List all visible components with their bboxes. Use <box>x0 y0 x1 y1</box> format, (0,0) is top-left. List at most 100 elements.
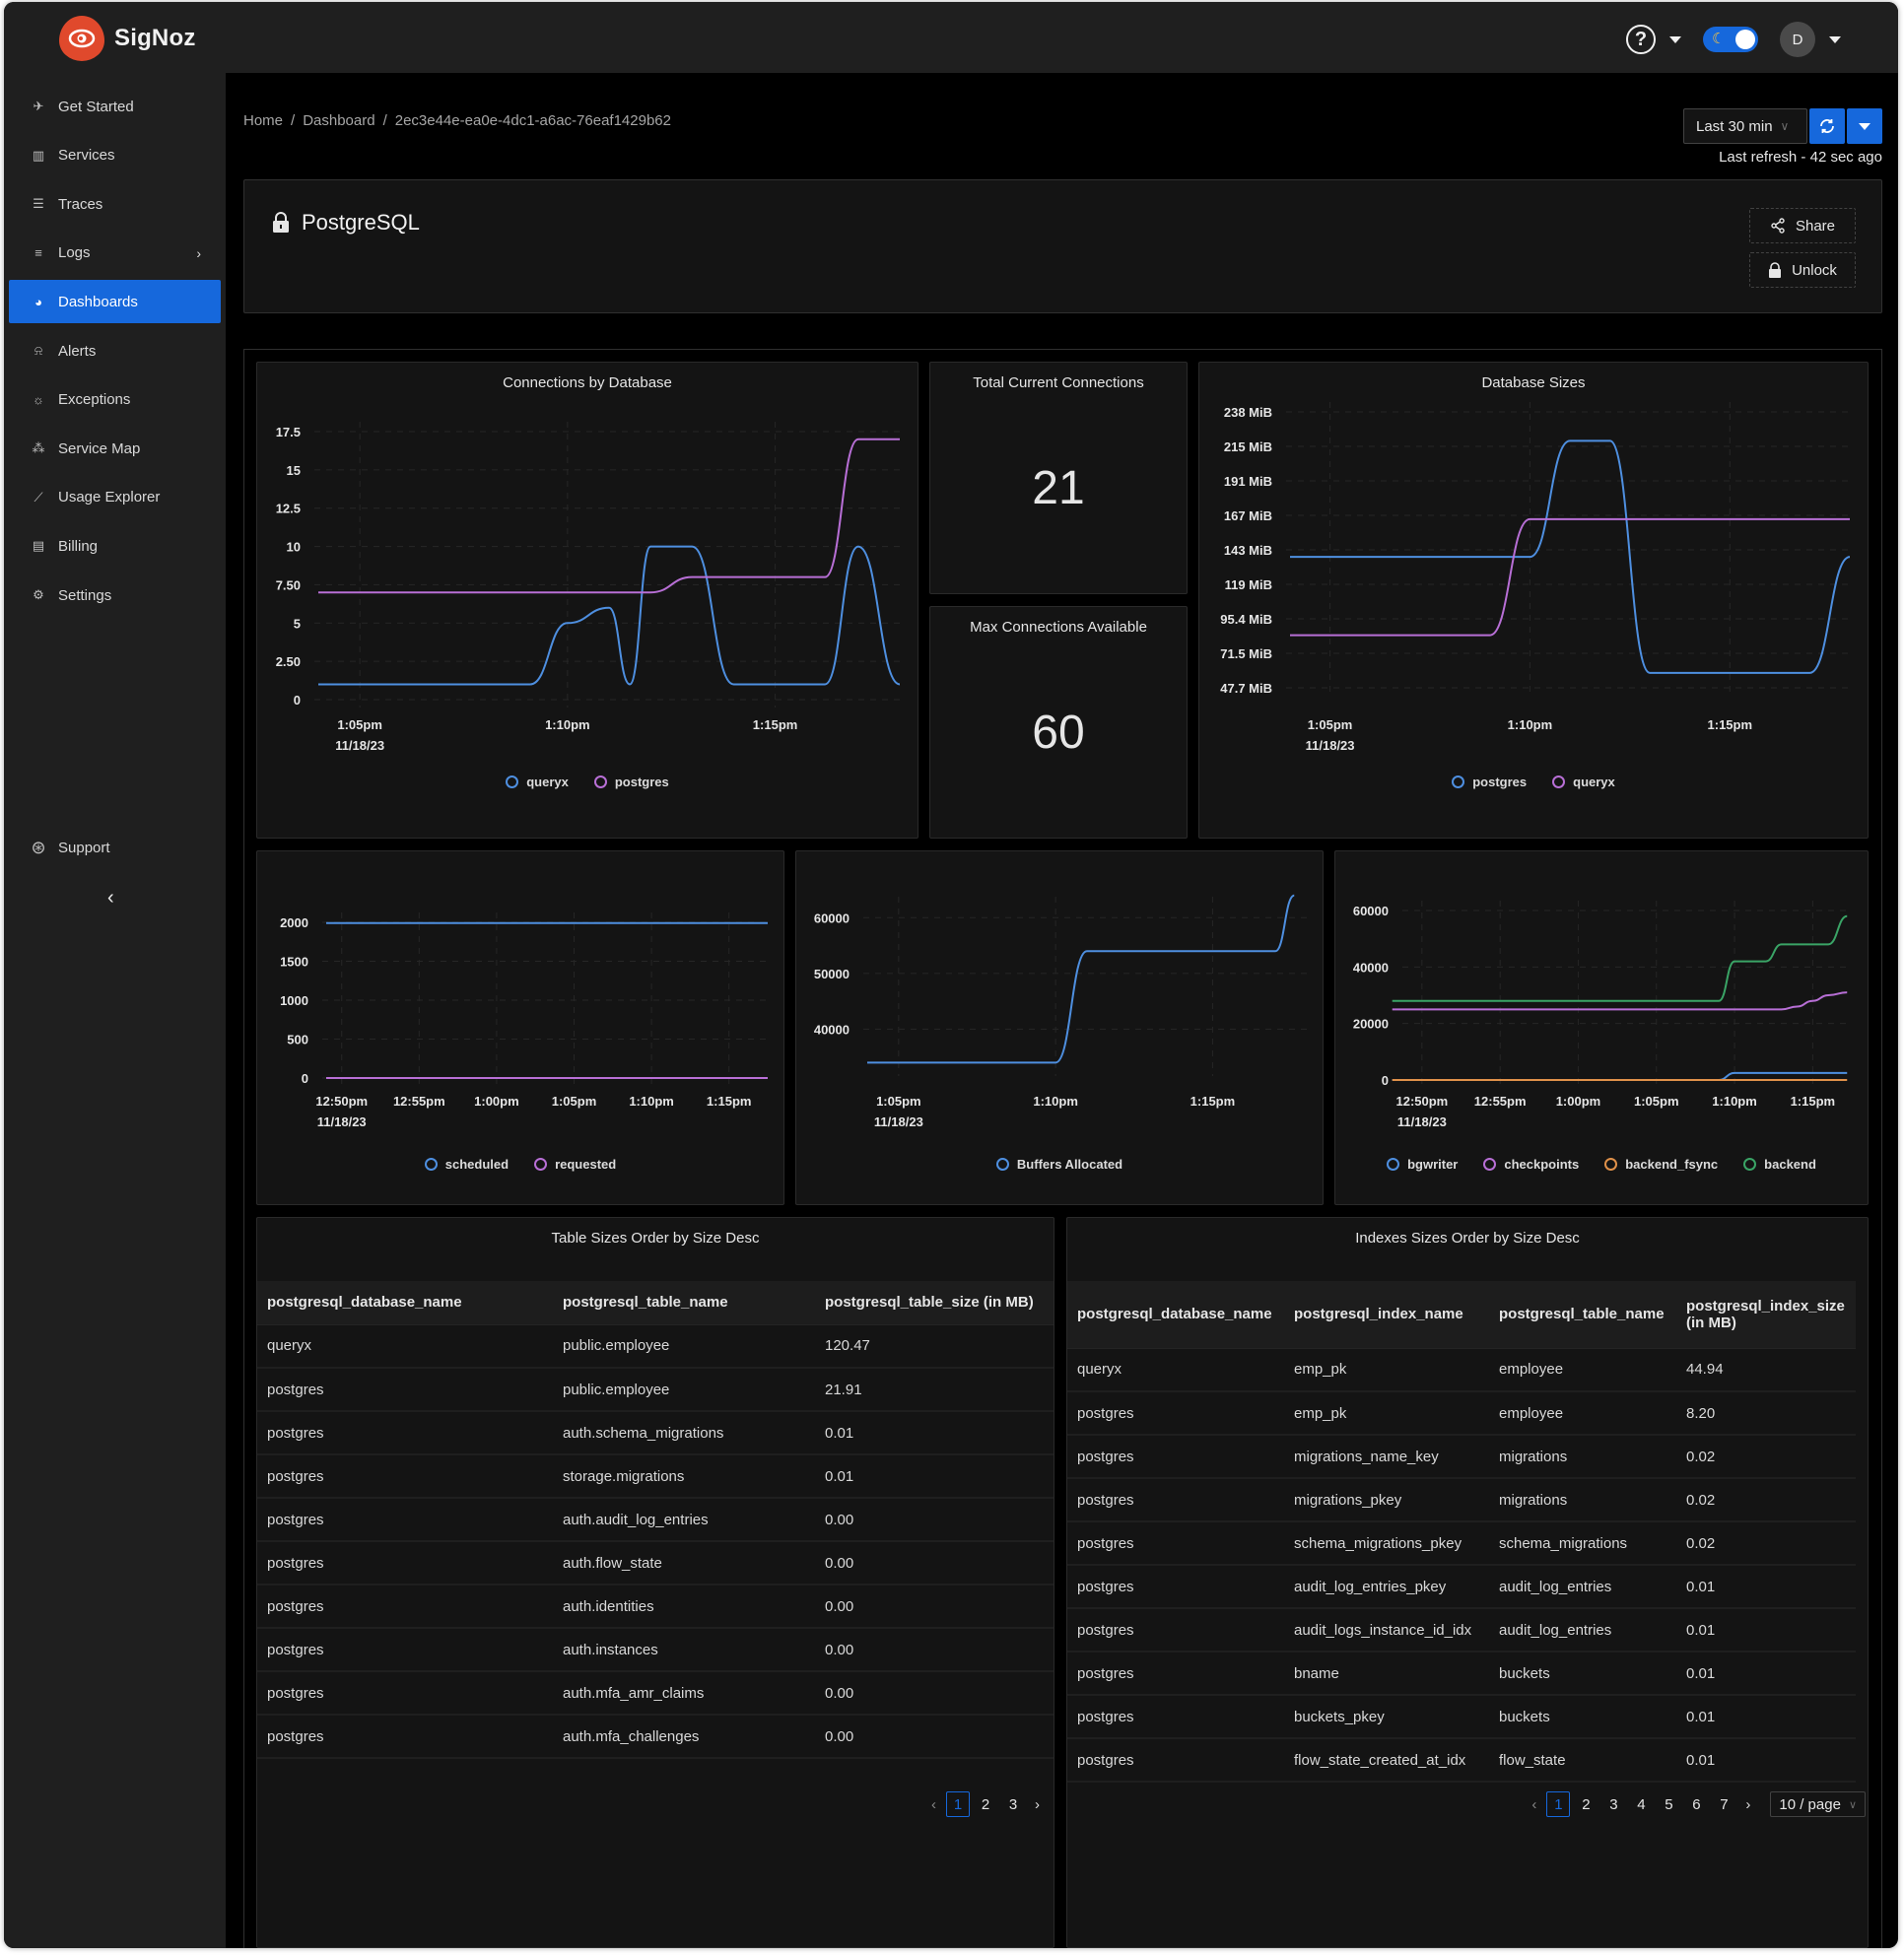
panel-buffers-written[interactable]: 0 20000 40000 60000 12:50pm 11/18/23 12:55pm 1:… <box>1334 850 1869 1205</box>
table-cell: buckets_pkey <box>1284 1695 1489 1739</box>
table-cell: 0.01 <box>1676 1695 1856 1739</box>
column-header[interactable]: postgresql_database_name <box>257 1281 553 1325</box>
x-tick-label: 1:05pm <box>876 1094 921 1109</box>
next-page-icon[interactable]: › <box>1029 1796 1046 1813</box>
legend-item[interactable]: checkpoints <box>1483 1157 1579 1172</box>
panel-connections-by-database[interactable]: Connections by Database 0 2.50 5 7.50 10 12.5… <box>256 362 918 839</box>
page-1[interactable]: 1 <box>946 1791 970 1817</box>
table-row: queryx emp_pk employee 44.94 <box>1067 1348 1856 1392</box>
page-3[interactable]: 3 <box>1601 1791 1625 1817</box>
y-tick-label: 71.5 MiB <box>1220 646 1272 661</box>
column-header[interactable]: postgresql_table_size (in MB) <box>815 1281 1054 1325</box>
table-cell: 0.01 <box>1676 1608 1856 1652</box>
legend-item[interactable]: bgwriter <box>1387 1157 1458 1172</box>
logo[interactable]: SigNoz <box>59 16 196 61</box>
table-cell: postgres <box>257 1628 553 1672</box>
table-cell: 0.00 <box>815 1541 1054 1585</box>
x-tick-label: 1:15pm <box>1708 717 1753 732</box>
column-header[interactable]: postgresql_database_name <box>1067 1281 1284 1349</box>
sidebar-item-dashboards[interactable]: ◕ Dashboards <box>9 280 221 324</box>
table-cell: 0.00 <box>815 1498 1054 1542</box>
panel-total-current-connections[interactable]: Total Current Connections 21 <box>929 362 1188 594</box>
legend-item[interactable]: postgres <box>1452 775 1527 789</box>
sidebar-item-logs[interactable]: ≡ Logs › <box>9 232 221 275</box>
sidebar-item-service-map[interactable]: ⁂ Service Map <box>9 427 221 470</box>
avatar[interactable]: D <box>1780 22 1815 57</box>
series-line-postgres[interactable] <box>1289 439 1851 674</box>
breadcrumb-separator: / <box>291 112 296 129</box>
table-cell: postgres <box>1067 1652 1284 1696</box>
prev-page-icon[interactable]: ‹ <box>925 1796 942 1813</box>
legend-item[interactable]: Buffers Allocated <box>995 1157 1122 1172</box>
legend-marker-icon <box>1483 1158 1497 1171</box>
collapse-sidebar-button[interactable]: ‹ <box>107 887 114 910</box>
sidebar-item-settings[interactable]: ⚙ Settings <box>9 573 221 617</box>
table-cell: migrations <box>1489 1435 1676 1479</box>
column-header[interactable]: postgresql_table_name <box>553 1281 815 1325</box>
table-cell: 44.94 <box>1676 1348 1856 1392</box>
page-3[interactable]: 3 <box>1001 1791 1025 1817</box>
table-cell: audit_log_entries_pkey <box>1284 1565 1489 1609</box>
breadcrumb-home[interactable]: Home <box>243 112 283 129</box>
page-size-select[interactable]: 10 / page ∨ <box>1770 1791 1866 1817</box>
question-circle-icon[interactable]: ? <box>1626 25 1656 54</box>
page-7[interactable]: 7 <box>1712 1791 1735 1817</box>
y-tick-label: 40000 <box>1353 960 1389 975</box>
legend-item[interactable]: requested <box>534 1157 616 1172</box>
lock-icon <box>1769 262 1782 278</box>
table-cell: postgres <box>1067 1695 1284 1739</box>
sidebar-item-alerts[interactable]: ⍾ Alerts <box>9 329 221 372</box>
next-page-icon[interactable]: › <box>1739 1796 1756 1813</box>
page-2[interactable]: 2 <box>1574 1791 1598 1817</box>
sidebar-item-support[interactable]: ⊛ Support <box>9 826 221 869</box>
sidebar-item-traces[interactable]: ☰ Traces <box>9 182 221 226</box>
panel-max-connections-available[interactable]: Max Connections Available 60 <box>929 606 1188 839</box>
series-line-backend[interactable] <box>1392 914 1848 1002</box>
time-range-select[interactable]: Last 30 min ∨ <box>1683 108 1807 144</box>
legend-item[interactable]: backend <box>1743 1157 1816 1172</box>
series-line-queryx[interactable] <box>1290 517 1850 637</box>
help-dropdown-caret-icon[interactable] <box>1669 35 1681 43</box>
page-1[interactable]: 1 <box>1546 1791 1571 1817</box>
breadcrumb-dashboard[interactable]: Dashboard <box>303 112 374 129</box>
prev-page-icon[interactable]: ‹ <box>1526 1796 1542 1813</box>
sidebar-item-billing[interactable]: ▤ Billing <box>9 524 221 568</box>
panel-bgwriter-buffers[interactable]: 0 500 1000 1500 2000 12:50pm 11/18/23 12:55pm 1:… <box>256 850 784 1205</box>
page-2[interactable]: 2 <box>974 1791 997 1817</box>
table-cell: postgres <box>257 1498 553 1542</box>
y-tick-label: 0 <box>302 1071 308 1086</box>
refresh-interval-dropdown[interactable] <box>1847 108 1882 144</box>
sidebar-item-get-started[interactable]: ✈ Get Started <box>9 85 221 128</box>
share-button[interactable]: Share <box>1749 208 1856 243</box>
legend-item[interactable]: queryx <box>1552 775 1615 789</box>
rocket-icon: ✈ <box>33 99 44 113</box>
series-line-postgres[interactable] <box>317 438 900 594</box>
column-header[interactable]: postgresql_index_size (in MB) <box>1676 1281 1856 1349</box>
page-5[interactable]: 5 <box>1657 1791 1680 1817</box>
y-tick-label: 191 MiB <box>1224 474 1272 489</box>
page-4[interactable]: 4 <box>1629 1791 1653 1817</box>
sidebar-item-usage-explorer[interactable]: ⟋ Usage Explorer <box>9 476 221 519</box>
panel-buffers-allocated[interactable]: 40000 50000 60000 1:05pm 11/18/23 1:10pm 1:15p… <box>795 850 1324 1205</box>
page-6[interactable]: 6 <box>1684 1791 1708 1817</box>
column-header[interactable]: postgresql_index_name <box>1284 1281 1489 1349</box>
series-line-bgwriter[interactable] <box>1392 1071 1848 1081</box>
legend-item[interactable]: scheduled <box>424 1157 509 1172</box>
legend-item[interactable]: backend_fsync <box>1604 1157 1718 1172</box>
table-row: postgres emp_pk employee 8.20 <box>1067 1391 1856 1436</box>
legend-label: requested <box>555 1157 617 1172</box>
legend-item[interactable]: postgres <box>593 775 669 789</box>
legend-item[interactable]: queryx <box>506 775 569 789</box>
theme-toggle[interactable]: ☾ <box>1703 27 1758 52</box>
sidebar-item-services[interactable]: ▥ Services <box>9 134 221 177</box>
table-cell: 0.00 <box>815 1715 1054 1759</box>
column-header[interactable]: postgresql_table_name <box>1489 1281 1676 1349</box>
y-tick-label: 1000 <box>280 993 308 1008</box>
panel-database-sizes[interactable]: Database Sizes 47.7 MiB 71.5 MiB 95.4 MiB 1… <box>1198 362 1869 839</box>
sidebar-item-exceptions[interactable]: ☼ Exceptions <box>9 378 221 422</box>
refresh-button[interactable] <box>1809 108 1845 144</box>
series-line-buffers-allocated[interactable] <box>867 894 1295 1064</box>
unlock-button[interactable]: Unlock <box>1749 252 1856 288</box>
profile-dropdown-caret-icon[interactable] <box>1829 35 1841 43</box>
series-line-queryx[interactable] <box>318 545 901 686</box>
